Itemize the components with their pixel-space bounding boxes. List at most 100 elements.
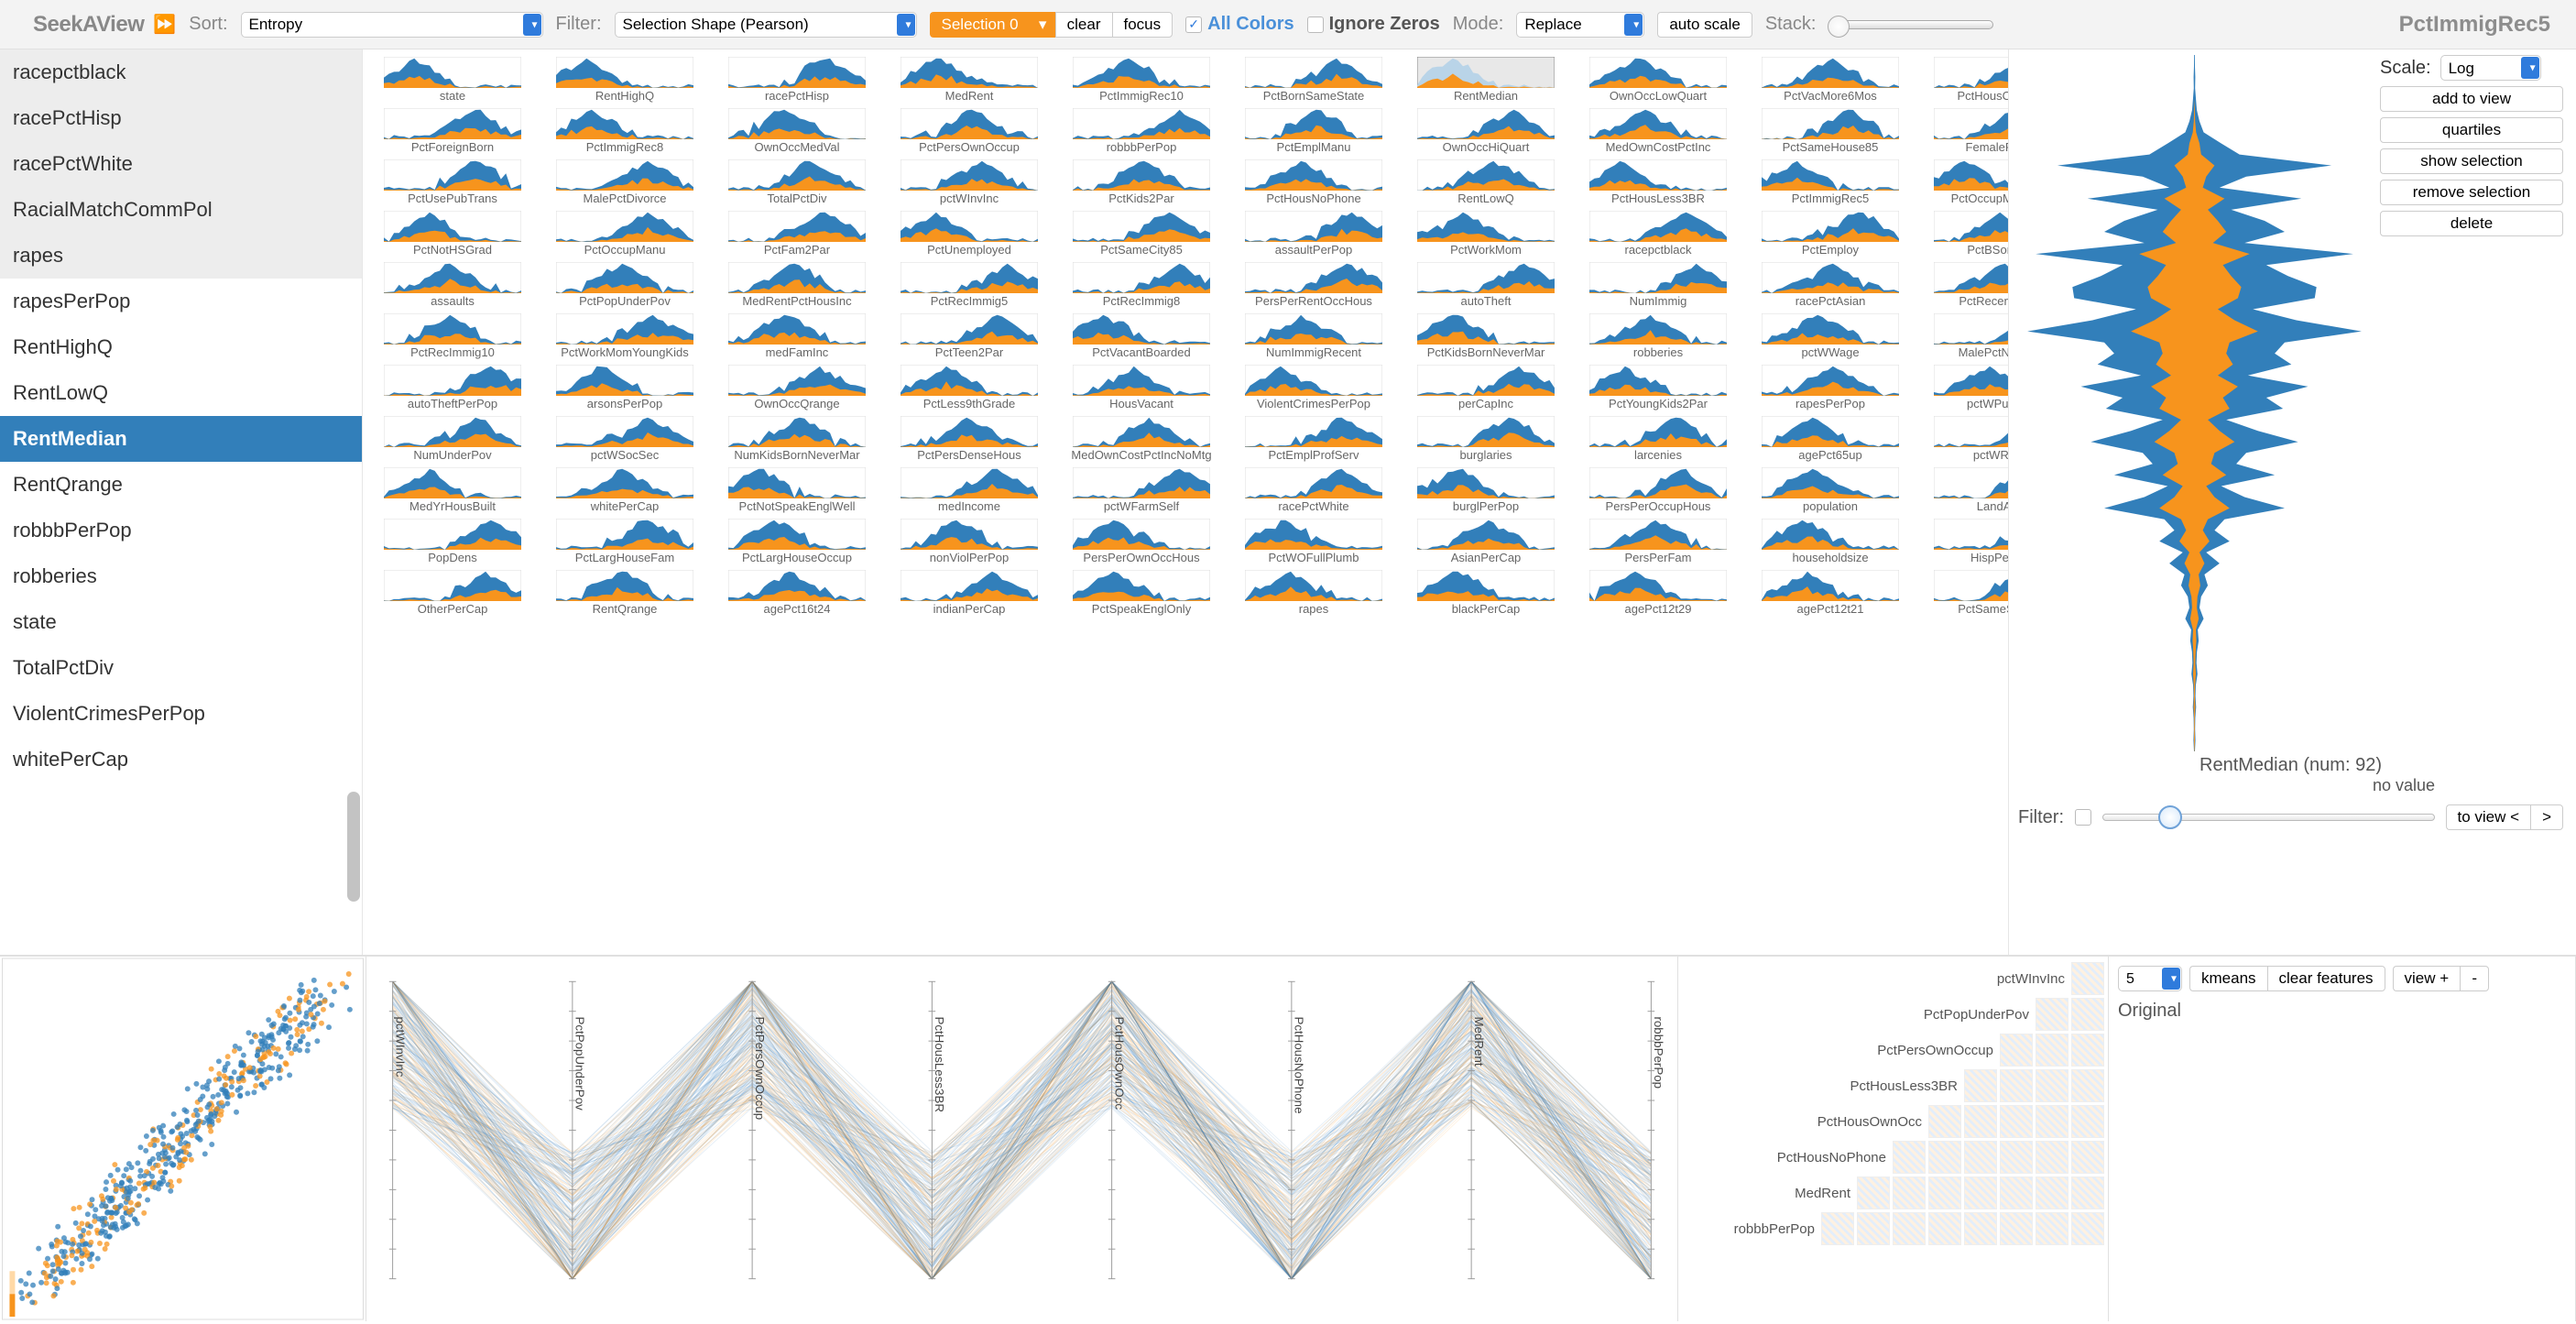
sidebar-item[interactable]: rapesPerPop xyxy=(0,279,362,324)
thumbnail[interactable]: pctWRetire xyxy=(1924,416,2008,462)
splom-cell[interactable] xyxy=(1964,1141,1997,1174)
sidebar-item[interactable]: racePctWhite xyxy=(0,141,362,187)
thumbnail[interactable]: householdsize xyxy=(1752,519,1909,564)
thumbnail[interactable]: pctWPubAsst xyxy=(1924,365,2008,410)
thumbnail[interactable]: PersPerRentOccHous xyxy=(1235,262,1392,308)
sidebar-item[interactable]: RacialMatchCommPol xyxy=(0,187,362,233)
detail-filter-slider[interactable] xyxy=(2102,814,2435,821)
to-view-lt-button[interactable]: to view < xyxy=(2446,804,2531,830)
stack-slider[interactable] xyxy=(1828,20,1993,29)
sidebar-item[interactable]: whitePerCap xyxy=(0,737,362,782)
splom-cell[interactable] xyxy=(1857,1176,1890,1209)
thumbnail[interactable]: MedOwnCostPctIncNoMtg xyxy=(1063,416,1220,462)
thumbnail[interactable]: AsianPerCap xyxy=(1407,519,1565,564)
selection-button[interactable]: Selection 0 xyxy=(930,12,1030,38)
scale-select[interactable]: Log xyxy=(2440,55,2541,81)
splom-cell[interactable] xyxy=(1857,1212,1890,1245)
splom-cell[interactable] xyxy=(2071,1069,2104,1102)
scrollbar-thumb[interactable] xyxy=(347,792,360,902)
sidebar-item[interactable]: TotalPctDiv xyxy=(0,645,362,691)
thumbnail[interactable]: PctOccupManu xyxy=(546,211,704,257)
thumbnail[interactable]: racePctHisp xyxy=(718,57,876,103)
thumbnail[interactable]: MedOwnCostPctInc xyxy=(1579,108,1737,154)
thumbnail[interactable]: agePct65up xyxy=(1752,416,1909,462)
splom-cell[interactable] xyxy=(2036,1069,2068,1102)
delete-button[interactable]: delete xyxy=(2380,211,2563,236)
sidebar-item[interactable]: robbbPerPop xyxy=(0,508,362,553)
thumbnail[interactable]: PctLess9thGrade xyxy=(890,365,1048,410)
thumbnail[interactable]: PctSameHouse85 xyxy=(1752,108,1909,154)
splom-cell[interactable] xyxy=(1893,1176,1926,1209)
slider-knob[interactable] xyxy=(2158,805,2182,829)
thumbnail[interactable]: NumImmig xyxy=(1579,262,1737,308)
thumbnail[interactable]: medFamInc xyxy=(718,313,876,359)
thumbnail[interactable]: PersPerFam xyxy=(1579,519,1737,564)
thumbnail[interactable]: PctEmplProfServ xyxy=(1235,416,1392,462)
thumbnail[interactable]: PctTeen2Par xyxy=(890,313,1048,359)
splom-cell[interactable] xyxy=(1893,1141,1926,1174)
scrollbar-track[interactable] xyxy=(345,49,362,955)
focus-button[interactable]: focus xyxy=(1112,12,1173,38)
thumbnail[interactable]: robberies xyxy=(1579,313,1737,359)
thumbnail[interactable]: OwnOccLowQuart xyxy=(1579,57,1737,103)
thumbnail[interactable]: whitePerCap xyxy=(546,467,704,513)
thumbnail[interactable]: PctImmigRec8 xyxy=(546,108,704,154)
splom-cell[interactable] xyxy=(2000,1034,2033,1067)
sidebar-item[interactable]: state xyxy=(0,599,362,645)
thumbnail[interactable]: PctVacMore6Mos xyxy=(1752,57,1909,103)
thumbnail[interactable]: autoTheft xyxy=(1407,262,1565,308)
add-to-view-button[interactable]: add to view xyxy=(2380,86,2563,112)
sidebar-item[interactable]: racePctHisp xyxy=(0,95,362,141)
thumbnail[interactable]: PctHousOwnOcc xyxy=(1924,57,2008,103)
thumbnail[interactable]: PctPopUnderPov xyxy=(546,262,704,308)
thumbnail[interactable]: pctWWage xyxy=(1752,313,1909,359)
thumbnail[interactable]: MedRent xyxy=(890,57,1048,103)
thumbnail[interactable]: racepctblack xyxy=(1579,211,1737,257)
thumbnail[interactable]: PopDens xyxy=(374,519,531,564)
selection-dropdown[interactable]: ▾ xyxy=(1030,12,1055,38)
thumbnail[interactable]: PersPerOccupHous xyxy=(1579,467,1737,513)
thumbnail[interactable]: PctVacantBoarded xyxy=(1063,313,1220,359)
thumbnail[interactable]: PctEmplManu xyxy=(1235,108,1392,154)
thumbnail[interactable]: FemalePctDiv xyxy=(1924,108,2008,154)
splom-cell[interactable] xyxy=(1893,1212,1926,1245)
thumbnail[interactable]: PctBSorMore xyxy=(1924,211,2008,257)
splom-cell[interactable] xyxy=(2000,1176,2033,1209)
thumbnail[interactable]: PctOccupMgmtProf xyxy=(1924,159,2008,205)
thumbnail[interactable]: RentQrange xyxy=(546,570,704,616)
auto-scale-button[interactable]: auto scale xyxy=(1657,12,1752,38)
thumbnail[interactable]: PctLargHouseFam xyxy=(546,519,704,564)
thumbnail[interactable]: burglPerPop xyxy=(1407,467,1565,513)
thumbnail[interactable]: NumUnderPov xyxy=(374,416,531,462)
thumbnail[interactable]: PctHousNoPhone xyxy=(1235,159,1392,205)
splom-cell[interactable] xyxy=(1928,1105,1961,1138)
splom-cell[interactable] xyxy=(2071,1212,2104,1245)
remove-selection-button[interactable]: remove selection xyxy=(2380,180,2563,205)
thumbnail[interactable]: perCapInc xyxy=(1407,365,1565,410)
thumbnail[interactable]: PctUsePubTrans xyxy=(374,159,531,205)
clear-features-button[interactable]: clear features xyxy=(2267,966,2385,991)
thumbnail[interactable]: PctEmploy xyxy=(1752,211,1909,257)
thumbnail[interactable]: autoTheftPerPop xyxy=(374,365,531,410)
thumbnail[interactable]: PctSameState85 xyxy=(1924,570,2008,616)
thumbnail[interactable]: blackPerCap xyxy=(1407,570,1565,616)
thumbnail[interactable]: medIncome xyxy=(890,467,1048,513)
thumbnail[interactable]: PctNotSpeakEnglWell xyxy=(718,467,876,513)
quartiles-button[interactable]: quartiles xyxy=(2380,117,2563,143)
thumbnail[interactable]: MalePctNevMarr xyxy=(1924,313,2008,359)
splom-cell[interactable] xyxy=(2036,1105,2068,1138)
thumbnail[interactable]: PctWOFullPlumb xyxy=(1235,519,1392,564)
kmeans-button[interactable]: kmeans xyxy=(2189,966,2267,991)
thumbnail[interactable]: MalePctDivorce xyxy=(546,159,704,205)
thumbnail[interactable]: PctRecentImmig xyxy=(1924,262,2008,308)
thumbnail[interactable]: PctKids2Par xyxy=(1063,159,1220,205)
thumbnail[interactable]: state xyxy=(374,57,531,103)
sidebar-item[interactable]: RentHighQ xyxy=(0,324,362,370)
sidebar-item[interactable]: rapes xyxy=(0,233,362,279)
thumbnail[interactable]: HispPerCap xyxy=(1924,519,2008,564)
to-view-gt-button[interactable]: > xyxy=(2530,804,2563,830)
thumbnail[interactable]: rapesPerPop xyxy=(1752,365,1909,410)
splom-cell[interactable] xyxy=(2000,1069,2033,1102)
splom-cell[interactable] xyxy=(2000,1141,2033,1174)
thumbnail[interactable]: TotalPctDiv xyxy=(718,159,876,205)
